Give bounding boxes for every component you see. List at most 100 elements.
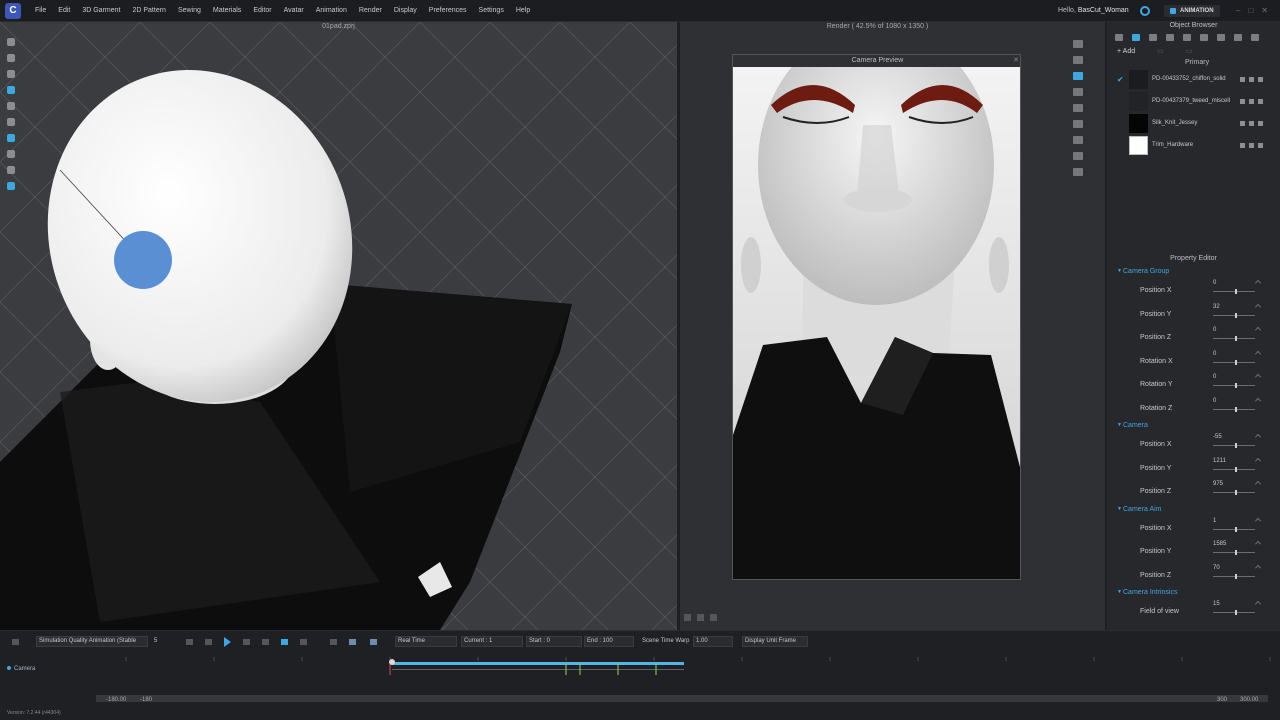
go-end-icon[interactable] xyxy=(262,639,269,645)
fabric-row[interactable]: Trim_Hardware xyxy=(1107,134,1280,156)
menu-2d-pattern[interactable]: 2D Pattern xyxy=(126,7,171,14)
zoom-icon[interactable] xyxy=(697,614,704,621)
property-slider-track[interactable] xyxy=(1213,492,1255,493)
property-slider-track[interactable] xyxy=(1213,385,1255,386)
edit-icon[interactable] xyxy=(1255,517,1261,524)
property-value-input[interactable]: 1 xyxy=(1213,518,1216,524)
menu-file[interactable]: File xyxy=(29,7,52,14)
image-icon[interactable] xyxy=(1073,88,1083,96)
menu-animation[interactable]: Animation xyxy=(310,7,353,14)
close-icon[interactable]: ✕ xyxy=(1261,6,1268,15)
save-icon[interactable] xyxy=(1073,136,1083,144)
capture-icon[interactable] xyxy=(370,639,377,645)
camera-key-icon[interactable] xyxy=(349,639,356,645)
edit-icon[interactable] xyxy=(1255,350,1261,357)
render-icon[interactable] xyxy=(1073,40,1083,48)
property-value-input[interactable]: -55 xyxy=(1213,434,1222,440)
fabric-tab-icon[interactable] xyxy=(1132,33,1140,41)
pin-tool-icon[interactable] xyxy=(4,100,18,111)
timeline-track-area[interactable]: Camera xyxy=(0,655,1280,705)
camera-icon[interactable] xyxy=(1073,56,1083,64)
play-icon[interactable] xyxy=(224,637,231,647)
fabric-row[interactable]: ✔ PD-00433752_chiffon_solid xyxy=(1107,68,1280,90)
keyframe-icon[interactable] xyxy=(330,639,337,645)
property-value-input[interactable]: 1211 xyxy=(1213,458,1226,464)
fabric-swatch[interactable] xyxy=(1129,135,1148,155)
property-slider-handle[interactable] xyxy=(1235,289,1237,294)
fabric-tool-icon[interactable] xyxy=(4,180,18,191)
maximize-icon[interactable]: □ xyxy=(1248,6,1253,15)
range-start-input[interactable]: -180 xyxy=(140,697,152,703)
fit-icon[interactable] xyxy=(684,614,691,621)
grid-icon[interactable] xyxy=(1073,168,1083,176)
copy-icon[interactable] xyxy=(1249,142,1254,148)
next-frame-icon[interactable] xyxy=(243,639,250,645)
property-value-input[interactable]: 32 xyxy=(1213,304,1220,310)
property-slider-track[interactable] xyxy=(1213,612,1255,613)
property-slider-track[interactable] xyxy=(1213,445,1255,446)
info-icon[interactable] xyxy=(710,614,717,621)
property-value-input[interactable]: 0 xyxy=(1213,327,1216,333)
edit-icon[interactable] xyxy=(1255,303,1261,310)
edit-icon[interactable] xyxy=(1255,541,1261,547)
edit-icon[interactable] xyxy=(1255,564,1261,571)
mode-switch[interactable]: ANIMATION xyxy=(1164,5,1220,17)
edit-icon[interactable] xyxy=(1255,481,1261,487)
loop-icon[interactable] xyxy=(281,639,288,645)
menu-editor[interactable]: Editor xyxy=(247,7,277,14)
range-end-input[interactable]: 300 xyxy=(1217,697,1227,703)
edit-icon[interactable] xyxy=(1255,457,1261,464)
fold-tool-icon[interactable] xyxy=(4,116,18,127)
avatar-tool-icon[interactable] xyxy=(4,36,18,47)
username[interactable]: BasCut_Woman xyxy=(1078,7,1129,14)
property-slider-track[interactable] xyxy=(1213,575,1255,577)
property-value-input[interactable]: 975 xyxy=(1213,481,1223,487)
delete-icon[interactable] xyxy=(1258,142,1263,148)
move-tool-icon[interactable] xyxy=(4,68,18,79)
property-value-input[interactable]: 70 xyxy=(1213,565,1220,571)
apply-icon[interactable] xyxy=(1240,76,1245,82)
property-slider-track[interactable] xyxy=(1213,361,1255,363)
property-value-input[interactable]: 0 xyxy=(1213,398,1216,404)
fabric-swatch[interactable] xyxy=(1129,91,1148,111)
delete-icon[interactable] xyxy=(1258,98,1263,104)
property-slider-handle[interactable] xyxy=(1235,336,1237,341)
property-value-input[interactable]: 15 xyxy=(1213,601,1220,607)
property-slider-handle[interactable] xyxy=(1235,550,1237,555)
sync-icon[interactable] xyxy=(1140,6,1150,16)
apply-icon[interactable] xyxy=(1240,142,1245,148)
property-slider-track[interactable] xyxy=(1213,552,1255,553)
minimize-icon[interactable]: – xyxy=(1236,6,1240,15)
edit-icon[interactable] xyxy=(1255,397,1261,404)
apply-icon[interactable] xyxy=(1240,98,1245,104)
property-slider-handle[interactable] xyxy=(1235,490,1237,495)
menu-display[interactable]: Display xyxy=(388,7,423,14)
brush-tool-icon[interactable] xyxy=(4,132,18,143)
graphic-tab-icon[interactable] xyxy=(1200,33,1208,41)
zipper-tab-icon[interactable] xyxy=(1234,33,1242,41)
property-slider-track[interactable] xyxy=(1213,408,1255,410)
property-slider-handle[interactable] xyxy=(1235,443,1237,448)
property-value-input[interactable]: 1585 xyxy=(1213,541,1226,547)
select-tool-icon[interactable] xyxy=(4,52,18,63)
check-icon[interactable]: ✔ xyxy=(1107,75,1124,84)
trim-tab-icon[interactable] xyxy=(1183,33,1191,41)
copy-icon[interactable] xyxy=(1249,120,1254,126)
property-slider-handle[interactable] xyxy=(1235,526,1237,532)
add-button[interactable]: + Add xyxy=(1117,48,1135,55)
property-group-header[interactable]: Camera xyxy=(1107,419,1280,432)
menu-sewing[interactable]: Sewing xyxy=(172,7,207,14)
property-group-header[interactable]: Camera Intrinsics xyxy=(1107,586,1280,599)
fabric-row[interactable]: Silk_Knit_Jessey xyxy=(1107,112,1280,134)
edit-icon[interactable] xyxy=(1255,280,1261,286)
fabric-row[interactable]: PD-00437379_tweed_miscell xyxy=(1107,90,1280,112)
puckering-tab-icon[interactable] xyxy=(1251,33,1259,41)
3d-viewport[interactable]: 01pad.zprj xyxy=(0,22,677,630)
menu-preferences[interactable]: Preferences xyxy=(423,7,473,14)
property-slider-track[interactable] xyxy=(1213,338,1255,339)
record-icon[interactable] xyxy=(12,639,19,645)
property-slider-handle[interactable] xyxy=(1235,610,1237,615)
menu-help[interactable]: Help xyxy=(510,7,536,14)
measure-tool-icon[interactable] xyxy=(4,148,18,159)
apply-icon[interactable] xyxy=(1240,120,1245,126)
